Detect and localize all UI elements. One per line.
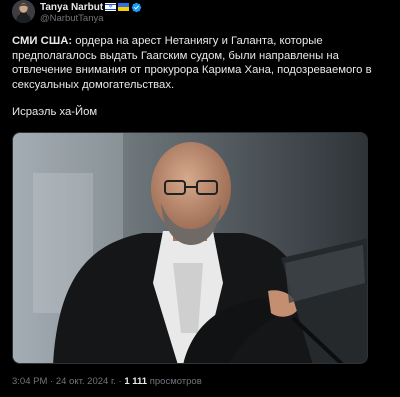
tweet-time[interactable]: 3:04 PM bbox=[12, 376, 47, 387]
meta-separator: · bbox=[47, 376, 56, 387]
tweet-lead: СМИ США: bbox=[12, 35, 73, 47]
verified-badge-icon bbox=[131, 2, 142, 12]
ukraine-flag-icon bbox=[118, 3, 130, 11]
tweet-line-1: СМИ США: ордера на арест Нетаниягу и Гал… bbox=[12, 34, 390, 49]
tweet-date[interactable]: 24 окт. 2024 г. bbox=[56, 376, 116, 387]
israel-flag-icon: ✡ bbox=[105, 3, 117, 11]
tweet-text: СМИ США: ордера на арест Нетаниягу и Гал… bbox=[12, 34, 390, 92]
author-handle[interactable]: @NarbutTanya bbox=[40, 13, 104, 24]
tweet-signature: Исраэль ха-Йом bbox=[12, 106, 98, 118]
author-avatar[interactable] bbox=[12, 0, 35, 23]
tweet-line-1-rest: ордера на арест Нетаниягу и Галанта, кот… bbox=[72, 35, 323, 47]
tweet-meta: 3:04 PM · 24 окт. 2024 г. · 1 111 просмо… bbox=[12, 376, 202, 387]
avatar-photo-icon bbox=[12, 0, 35, 23]
views-count: 1 111 bbox=[124, 376, 148, 387]
tweet-line-2: предполагалось выдать Гаагским судом, бы… bbox=[12, 49, 339, 62]
author-name[interactable]: Tanya Narbut bbox=[40, 2, 103, 13]
tweet-media[interactable] bbox=[12, 132, 368, 364]
tweet-line-3: отвлечение внимания от прокурора Карима … bbox=[12, 64, 372, 77]
photo-of-man-in-judicial-robe-icon bbox=[13, 133, 367, 363]
author-name-row[interactable]: Tanya Narbut ✡ bbox=[40, 1, 142, 13]
views-label: просмотров bbox=[147, 376, 202, 387]
tweet-line-4: сексуальных домогательствах. bbox=[12, 78, 175, 91]
